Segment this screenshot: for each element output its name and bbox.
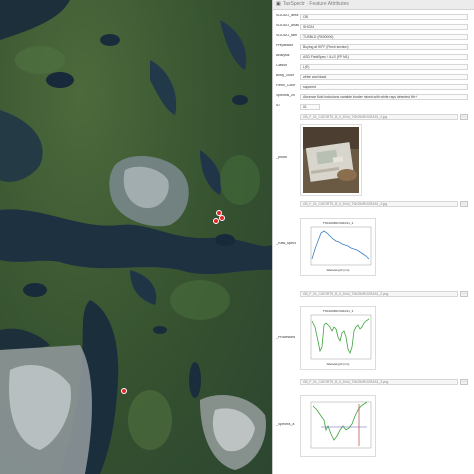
attribute-label: Body_color	[276, 74, 294, 77]
lake	[100, 34, 120, 46]
attribute-label: SODDO_area	[276, 14, 299, 17]
attribute-label: SODDO_fam	[276, 34, 298, 37]
browse-button[interactable]: …	[460, 201, 468, 207]
attribute-field[interactable]: white and black	[300, 74, 468, 80]
sample-marker[interactable]	[121, 388, 127, 394]
sample-photo[interactable]	[300, 124, 362, 196]
attribute-field[interactable]: SHO24	[300, 24, 468, 30]
lake	[46, 72, 74, 88]
attribute-label: Classif	[276, 64, 287, 67]
lake	[23, 283, 47, 297]
vegetation-area	[128, 390, 172, 450]
attribute-label: Spectral_ch	[276, 94, 295, 97]
vegetation-area	[170, 280, 230, 320]
spectra-analysis-label: _Spectra_a	[276, 423, 295, 426]
raw-spectrum-path-field[interactable]: GB_F_01_CATORTS_B_0_2044_TSK294ROGRAS1_2…	[300, 291, 458, 297]
raw-spectrum-plot	[310, 226, 372, 266]
browse-button[interactable]: …	[460, 291, 468, 297]
attribute-field[interactable]: ASD FieldSpec / ILLS (FP M1)	[300, 54, 468, 60]
attribute-field[interactable]: TUSBLD (R000000)	[300, 34, 468, 40]
panel-titlebar: ▣ TaxSpectr · Feature Attributes	[273, 0, 474, 10]
attribute-row: SODDO_area OB	[273, 14, 474, 20]
attribute-row: Classif L(E)	[273, 64, 474, 70]
attribute-field[interactable]: saponed	[300, 84, 468, 90]
processed-spectrum-path-field[interactable]: GB_F_01_CATORTS_B_0_2044_TSK294ROGRAS1_3…	[300, 379, 458, 385]
attribute-row: ID 01	[273, 104, 474, 110]
spectra-analysis-plot	[310, 401, 372, 449]
window-title: TaxSpectr · Feature Attributes	[282, 1, 349, 7]
attribute-row: SODDO_dnas SHO24	[273, 24, 474, 30]
raw-spectrum-label: _Raw_spect	[276, 242, 296, 245]
sample-photo-image	[303, 127, 359, 193]
attribute-label: Preparator	[276, 44, 293, 47]
browse-button[interactable]: …	[460, 114, 468, 120]
sea-area	[0, 328, 50, 350]
processed-spectrum-label: _Processed	[276, 336, 295, 339]
lake	[189, 362, 201, 398]
photo-path-field-2[interactable]: GB_F_01_CATORTS_B_0_2044_TSK294ROGRAS1_3…	[300, 201, 458, 207]
sea-area	[220, 20, 247, 70]
processed-spectrum-plot	[310, 314, 372, 360]
attribute-row: Flesh_Color saponed	[273, 84, 474, 90]
browse-button[interactable]: …	[460, 379, 468, 385]
attribute-field[interactable]: Absence fluid inclusions variable border…	[300, 94, 468, 100]
vegetation-area	[220, 155, 260, 205]
processed-spectrum-line	[311, 318, 370, 355]
attribute-label: SODDO_dnas	[276, 24, 299, 27]
attribute-label: Analysis	[276, 54, 290, 57]
spectra-analysis-chart[interactable]	[300, 395, 376, 457]
sample-marker[interactable]	[219, 215, 225, 221]
chart-xlabel: Wavelength (nm)	[326, 268, 350, 272]
map-imagery	[0, 0, 272, 474]
attribute-row: SODDO_fam TUSBLD (R000000)	[273, 34, 474, 40]
attribute-label: Flesh_Color	[276, 84, 296, 87]
sea-area	[130, 270, 157, 305]
sea-area	[150, 60, 177, 115]
attribute-label: ID	[276, 104, 280, 107]
raw-spectrum-line	[311, 230, 370, 260]
photo-path-field[interactable]: GB_F_01_CATORTS_B_0_2044_TSK294ROGRAS1_3…	[300, 114, 458, 120]
sea-area	[200, 150, 222, 195]
chart-title: TSK2006ROGRAS1_3	[322, 309, 354, 313]
sample-marker[interactable]	[213, 218, 219, 224]
chart-title: TSK2006ROGRAS1_2	[322, 221, 354, 225]
vegetation-area	[15, 46, 65, 74]
attribute-row: Spectral_ch Absence fluid inclusions var…	[273, 94, 474, 100]
feature-attributes-panel: ▣ TaxSpectr · Feature Attributes SODDO_a…	[272, 0, 474, 474]
chart-xlabel: Wavelength (nm)	[326, 362, 350, 366]
raw-spectrum-chart[interactable]: TSK2006ROGRAS1_2 Wavelength (nm)	[300, 218, 376, 276]
attribute-row: Preparator Buying at 90°F (Flesh section…	[273, 44, 474, 50]
attribute-row: Body_color white and black	[273, 74, 474, 80]
processed-spectrum-chart[interactable]: TSK2006ROGRAS1_3 Wavelength (nm)	[300, 306, 376, 370]
attribute-field[interactable]: Buying at 90°F (Flesh section)	[300, 44, 468, 50]
lake	[232, 95, 248, 105]
attribute-field[interactable]: 01	[300, 104, 320, 110]
lake	[153, 326, 167, 334]
photo-label: _photo	[276, 156, 287, 159]
attribute-field[interactable]: OB	[300, 14, 468, 20]
sea-area	[0, 110, 43, 182]
lake	[215, 234, 235, 246]
satellite-map[interactable]	[0, 0, 272, 474]
attribute-field[interactable]: L(E)	[300, 64, 468, 70]
attribute-row: Analysis ASD FieldSpec / ILLS (FP M1)	[273, 54, 474, 60]
form-icon: ▣	[276, 1, 281, 7]
sea-area	[0, 0, 70, 40]
